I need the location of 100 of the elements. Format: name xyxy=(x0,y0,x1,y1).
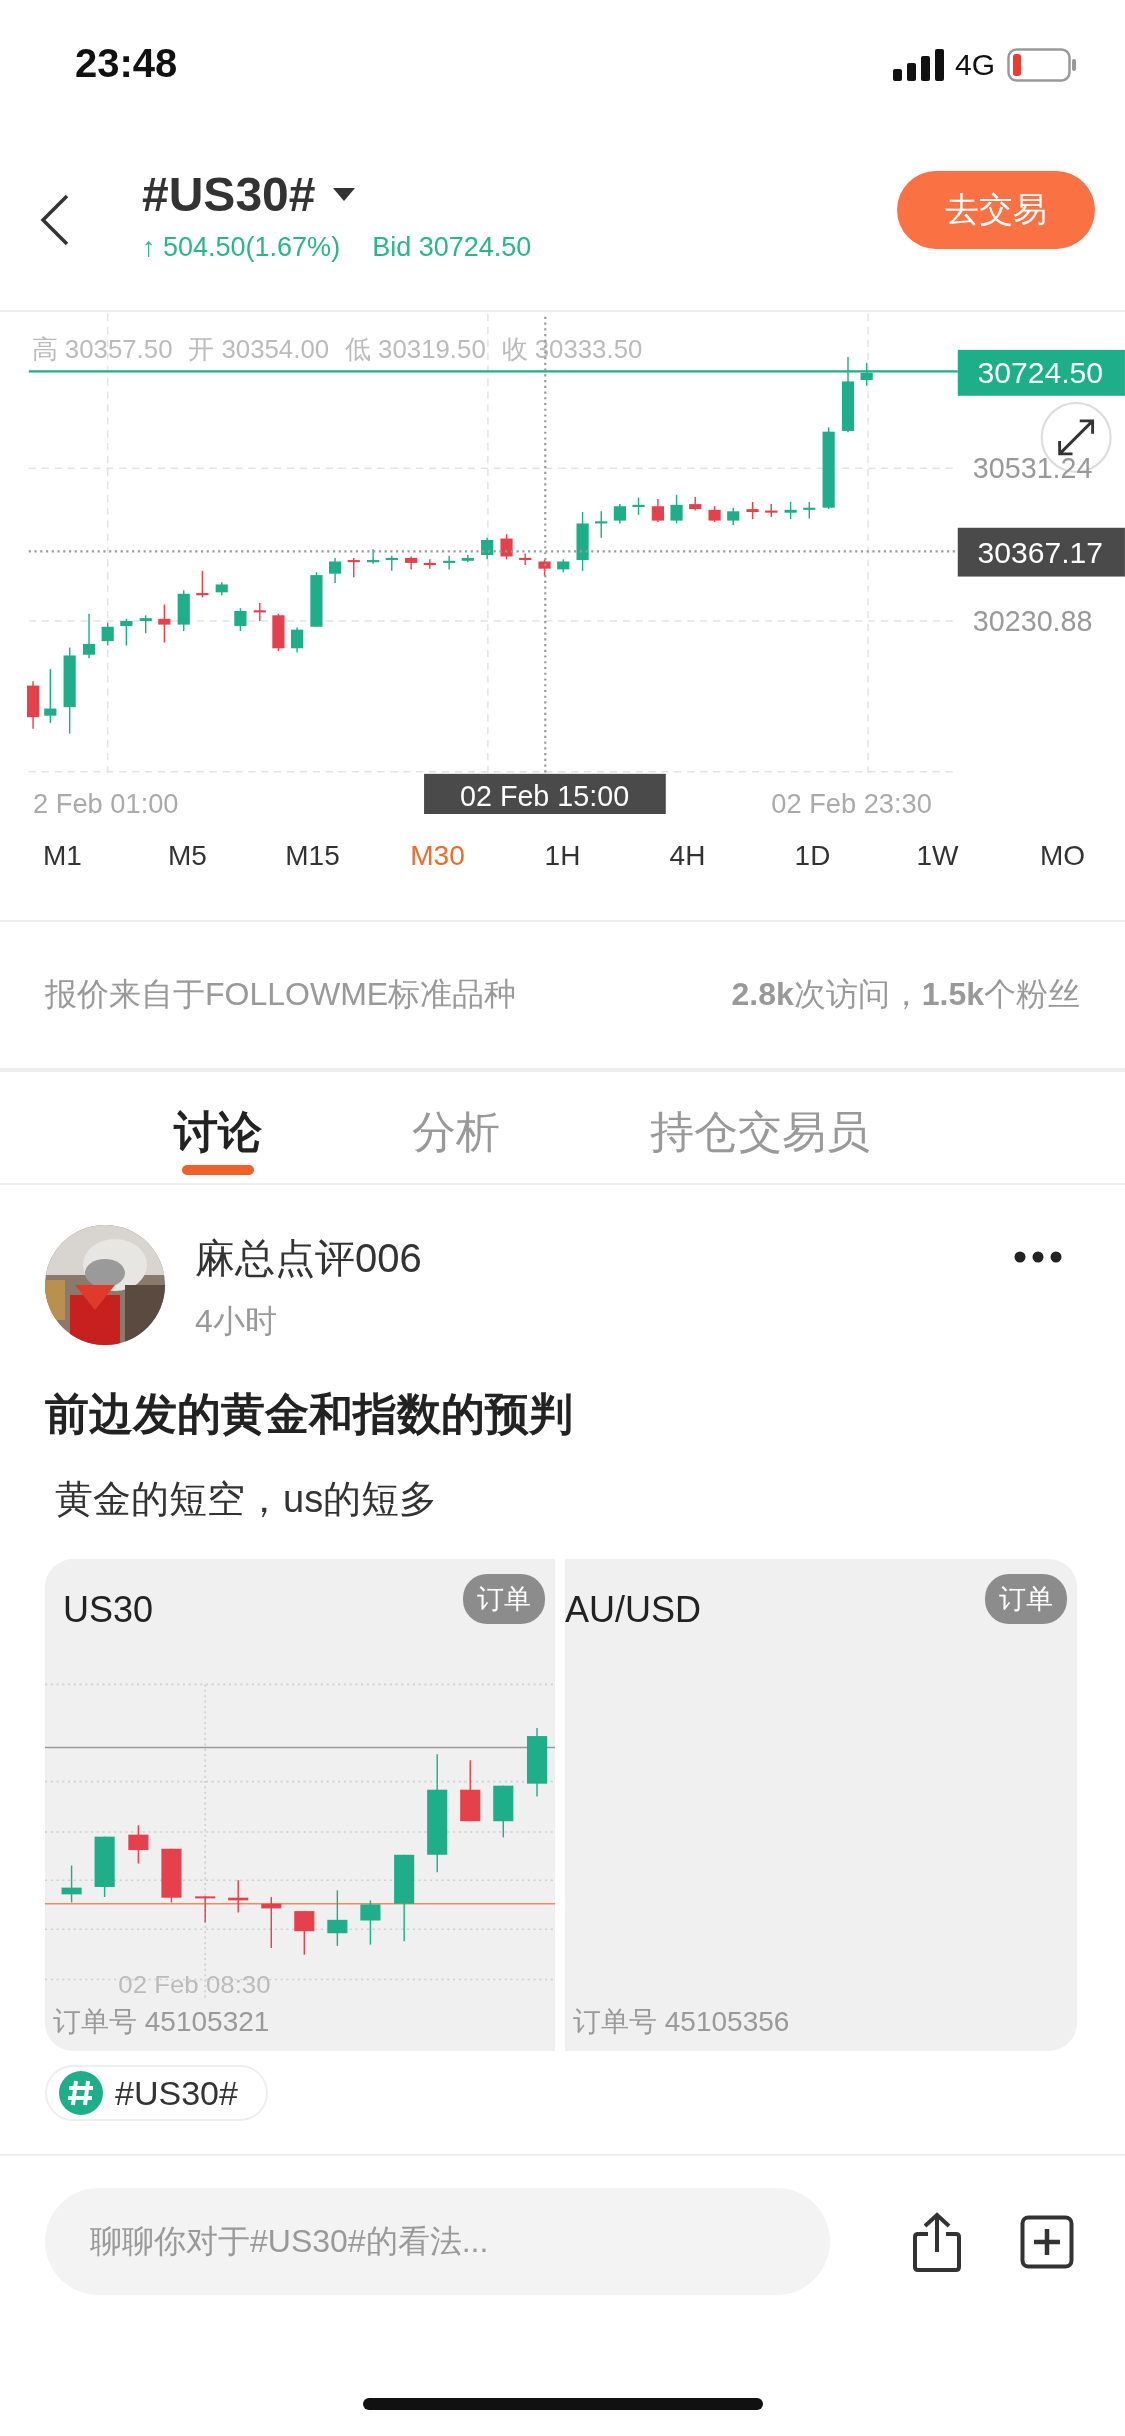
candle xyxy=(461,554,474,563)
candle xyxy=(101,621,114,647)
symbol-title[interactable]: #US30# xyxy=(142,167,316,222)
price-change: ↑ 504.50(1.67%) xyxy=(142,232,341,263)
candle xyxy=(360,1899,381,1946)
timeframe-tab[interactable]: 1D xyxy=(794,832,831,880)
candle xyxy=(27,680,40,730)
candle xyxy=(44,668,57,724)
price-axis-label: 30531.24 xyxy=(972,452,1093,485)
card-symbol: US30 xyxy=(63,1589,154,1631)
section-tab[interactable]: 讨论 xyxy=(174,1072,262,1183)
timeframe-tab[interactable]: M1 xyxy=(43,832,82,880)
order-card[interactable]: AU/USD 订单 订单号 45105356 xyxy=(565,1559,1077,2051)
time-axis-label: 2 Feb 01:00 xyxy=(33,788,179,814)
share-icon[interactable] xyxy=(912,2211,962,2272)
order-number: 订单号 45105356 xyxy=(573,2005,791,2039)
candle xyxy=(347,557,360,578)
network-label: 4G xyxy=(954,48,995,82)
candle xyxy=(803,501,816,520)
candle xyxy=(727,506,740,526)
candle xyxy=(651,498,664,523)
post-time: 4小时 xyxy=(195,1302,278,1341)
hash-icon xyxy=(59,2071,103,2115)
price-tag: 30367.17 xyxy=(957,527,1125,577)
comment-field[interactable]: 聊聊你对于#US30#的看法... xyxy=(45,2188,830,2295)
candle xyxy=(746,501,759,520)
candle xyxy=(128,1824,149,1865)
status-time: 23:48 xyxy=(75,40,179,86)
candle xyxy=(215,581,228,596)
battery-icon xyxy=(1007,48,1077,82)
candle xyxy=(228,1879,249,1914)
candle xyxy=(329,557,342,584)
candle xyxy=(327,1889,348,1947)
timeframe-tab[interactable]: 4H xyxy=(669,832,706,880)
candle xyxy=(765,503,778,518)
timeframe-tab[interactable]: 1W xyxy=(916,832,959,880)
candle xyxy=(670,494,683,525)
timeframe-tab[interactable]: M15 xyxy=(285,832,340,880)
caret-icon[interactable] xyxy=(333,188,356,201)
candle xyxy=(689,496,702,512)
candle xyxy=(613,503,626,525)
candle xyxy=(632,496,645,516)
candle xyxy=(500,533,513,561)
timeframe-tab[interactable]: M5 xyxy=(168,832,207,880)
candle xyxy=(61,1864,82,1904)
candle xyxy=(272,613,285,652)
ohlc-readout: 高 30357.50 开 30354.00 低 30319.50 收 30333.50 xyxy=(31,335,643,364)
candle xyxy=(294,1910,315,1956)
candle xyxy=(784,501,797,520)
candle xyxy=(405,555,418,571)
candle xyxy=(708,505,721,523)
candle xyxy=(310,571,323,628)
time-axis-label: 02 Feb 23:30 xyxy=(771,788,932,814)
order-number: 订单号 45105321 xyxy=(53,2005,271,2039)
candle xyxy=(576,511,589,572)
quote-source-text: 报价来自于FOLLOWME标准品种 xyxy=(45,975,517,1014)
crosshair-time-tag: 02 Feb 15:00 xyxy=(424,773,666,814)
candle xyxy=(367,548,380,565)
candle xyxy=(385,555,398,572)
candle xyxy=(82,613,96,660)
stats-text: 2.8k次访问，1.5k个粉丝 xyxy=(731,975,1080,1014)
candle xyxy=(527,1727,548,1798)
order-badge: 订单 xyxy=(985,1574,1067,1624)
order-badge: 订单 xyxy=(463,1574,545,1624)
candle xyxy=(423,558,436,570)
candle xyxy=(158,603,171,644)
post-title: 前边发的黄金和指数的预判 xyxy=(45,1388,574,1440)
candle xyxy=(460,1759,481,1822)
candle xyxy=(493,1785,514,1839)
bid-price: Bid 30724.50 xyxy=(372,232,532,263)
candle xyxy=(557,558,570,573)
candle xyxy=(519,552,532,566)
candle xyxy=(860,362,873,387)
candle xyxy=(234,607,247,632)
signal-icon xyxy=(892,49,945,81)
timeframe-tab[interactable]: MO xyxy=(1039,832,1086,880)
author-name[interactable]: 麻总点评006 xyxy=(195,1231,1014,1286)
topic-tag[interactable]: #US30# xyxy=(45,2065,268,2121)
candle xyxy=(443,555,456,571)
candle xyxy=(195,1895,216,1924)
candle xyxy=(196,570,209,599)
card-symbol: AU/USD xyxy=(565,1589,702,1631)
candle xyxy=(120,618,133,647)
candle xyxy=(595,510,608,539)
candle xyxy=(94,1835,115,1898)
candle xyxy=(161,1848,182,1904)
candle xyxy=(253,602,266,622)
candle xyxy=(177,589,190,632)
candle xyxy=(139,614,152,634)
more-icon[interactable] xyxy=(1014,1251,1062,1263)
candle xyxy=(261,1896,282,1949)
candle xyxy=(538,559,551,577)
post-body: 黄金的短空，us的短多 xyxy=(55,1477,439,1522)
add-icon[interactable] xyxy=(1020,2214,1074,2269)
timeframe-tab[interactable]: 1H xyxy=(544,832,581,880)
price-axis-label: 30230.88 xyxy=(972,605,1093,638)
candle xyxy=(481,537,494,561)
candle xyxy=(291,626,304,654)
price-tag: 30724.50 xyxy=(957,349,1125,396)
back-icon[interactable] xyxy=(40,194,70,246)
